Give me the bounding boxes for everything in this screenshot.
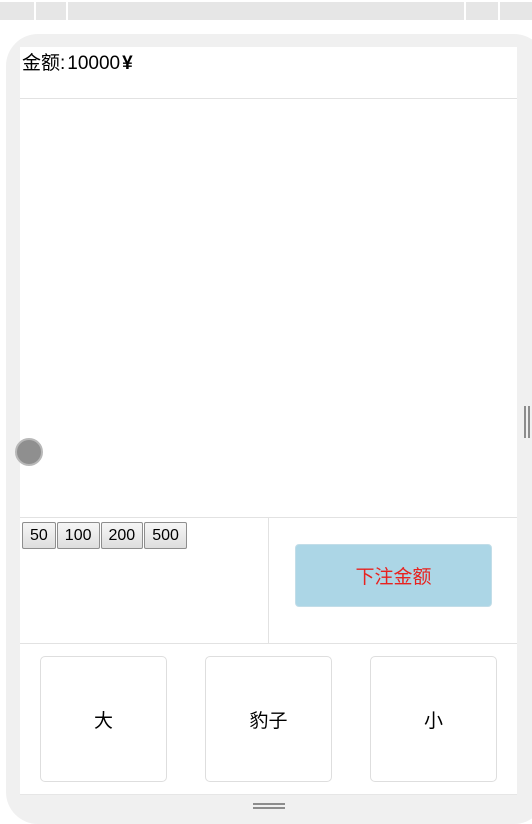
chip-100-button[interactable]: 100 xyxy=(56,522,100,549)
app-screen: 金额: 10000 ¥ 50 100 200 500 下注金额 大 豹子 小 xyxy=(20,47,517,795)
toolbar-divider xyxy=(498,2,500,20)
place-bet-button[interactable]: 下注金额 xyxy=(295,544,492,607)
top-strip xyxy=(0,0,532,22)
currency-symbol: ¥ xyxy=(122,53,133,74)
bet-choices: 大 豹子 小 xyxy=(20,644,517,795)
amount-label: 金额: xyxy=(22,53,66,74)
amount-value: 10000 xyxy=(67,53,121,74)
bet-panel: 50 100 200 500 下注金额 xyxy=(20,518,517,644)
resize-handle-icon[interactable] xyxy=(524,406,530,438)
dice-game-area xyxy=(20,99,517,518)
chip-500-button[interactable]: 500 xyxy=(144,522,187,549)
chip-200-button[interactable]: 200 xyxy=(100,522,144,549)
toolbar-divider xyxy=(66,2,68,20)
chip-50-button[interactable]: 50 xyxy=(22,522,56,549)
drag-handle-icon[interactable] xyxy=(253,803,285,809)
choice-big-button[interactable]: 大 xyxy=(40,656,167,782)
assistive-touch-icon[interactable] xyxy=(15,438,43,466)
chip-selector: 50 100 200 500 xyxy=(20,518,269,644)
toolbar-divider xyxy=(34,2,36,20)
choice-small-button[interactable]: 小 xyxy=(370,656,497,782)
balance-header: 金额: 10000 ¥ xyxy=(20,47,517,99)
browser-toolbar xyxy=(0,2,532,20)
choice-triple-button[interactable]: 豹子 xyxy=(205,656,332,782)
toolbar-divider xyxy=(464,2,466,20)
